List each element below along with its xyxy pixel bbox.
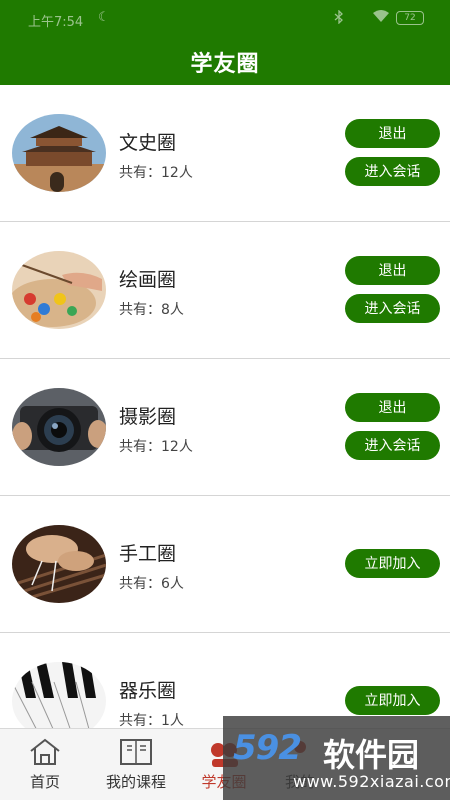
member-count: 共有：12人 (119, 439, 193, 455)
circle-name: 手工圈 (119, 543, 177, 565)
moon-icon: ☾ (98, 10, 110, 25)
tab-label: 我的课程 (105, 773, 166, 791)
circle-avatar-painting (12, 251, 106, 329)
join-button[interactable]: 立即加入 (345, 686, 440, 715)
book-icon (118, 737, 154, 767)
join-button[interactable]: 立即加入 (345, 549, 440, 578)
tab-home[interactable]: 首页 (0, 729, 90, 800)
exit-button[interactable]: 退出 (345, 393, 440, 422)
bluetooth-icon (334, 9, 344, 28)
app-header: 上午7:54 ☾ 72 学友圈 (0, 0, 450, 85)
member-count: 共有：1人 (119, 713, 184, 729)
tab-my-courses[interactable]: 我的课程 (90, 729, 182, 800)
page-title: 学友圈 (190, 52, 260, 77)
enter-chat-button[interactable]: 进入会话 (345, 431, 440, 460)
circle-avatar-photography (12, 388, 106, 466)
list-item[interactable]: 文史圈 共有：12人 退出 进入会话 (0, 85, 450, 222)
battery-icon: 72 (396, 11, 424, 25)
list-item[interactable]: 绘画圈 共有：8人 退出 进入会话 (0, 222, 450, 359)
member-count: 共有：12人 (119, 165, 193, 181)
home-icon (27, 737, 63, 767)
circle-name: 绘画圈 (119, 269, 177, 291)
member-count: 共有：8人 (119, 302, 184, 318)
circle-name: 文史圈 (119, 132, 177, 154)
watermark-brand: 592 (233, 728, 302, 768)
enter-chat-button[interactable]: 进入会话 (345, 157, 440, 186)
circle-avatar-handcraft (12, 525, 106, 603)
list-item[interactable]: 摄影圈 共有：12人 退出 进入会话 (0, 359, 450, 496)
circle-name: 摄影圈 (119, 406, 177, 428)
status-time: 上午7:54 (28, 15, 84, 30)
wifi-icon (372, 9, 390, 27)
watermark-cn: 软件园 (323, 736, 420, 774)
status-bar: 上午7:54 ☾ 72 (0, 0, 450, 38)
exit-button[interactable]: 退出 (345, 119, 440, 148)
circle-name: 器乐圈 (119, 680, 177, 702)
member-count: 共有：6人 (119, 576, 184, 592)
circle-avatar-history (12, 114, 106, 192)
list-item[interactable]: 手工圈 共有：6人 立即加入 (0, 496, 450, 633)
exit-button[interactable]: 退出 (345, 256, 440, 285)
tab-label: 首页 (29, 773, 60, 791)
circle-list: 文史圈 共有：12人 退出 进入会话 绘画圈 共有：8人 退出 进入会话 摄影圈… (0, 85, 450, 770)
watermark-url: www.592xiazai.com (293, 772, 450, 791)
enter-chat-button[interactable]: 进入会话 (345, 294, 440, 323)
watermark-overlay: 592 软件园 www.592xiazai.com (223, 716, 450, 800)
